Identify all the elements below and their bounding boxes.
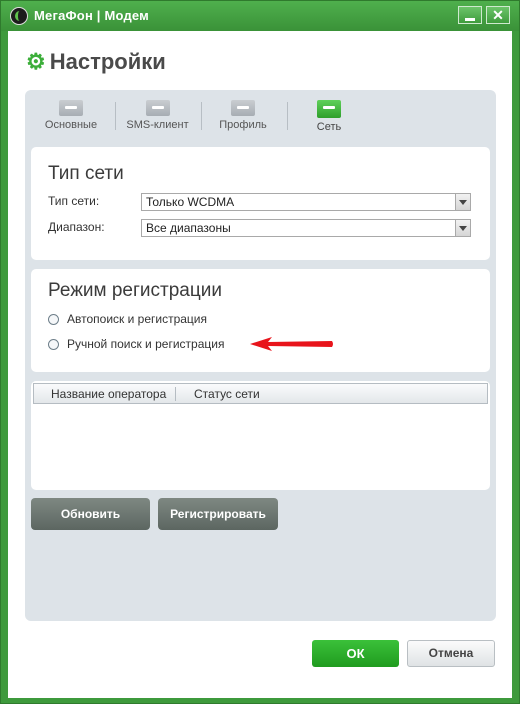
band-select[interactable]: Все диапазоны	[141, 219, 471, 237]
folder-icon	[317, 100, 341, 118]
operators-table: Название оператора Статус сети	[31, 381, 490, 490]
tab-network-label: Сеть	[316, 121, 342, 133]
network-type-label: Тип сети:	[48, 194, 100, 208]
chevron-down-icon[interactable]	[455, 220, 470, 236]
cancel-button[interactable]: Отмена	[407, 640, 495, 667]
network-type-select[interactable]: Только WCDMA	[141, 193, 471, 211]
red-arrow-annotation	[250, 337, 333, 351]
tab-general-label: Основные	[44, 119, 98, 131]
tab-divider	[201, 102, 202, 130]
folder-icon	[145, 100, 170, 116]
radio-manual-label: Ручной поиск и регистрация	[67, 337, 225, 351]
minimize-button[interactable]	[458, 6, 482, 24]
tab-profile-label: Профиль	[219, 119, 267, 131]
tab-sms-client-label: SMS-клиент	[126, 119, 189, 131]
close-button[interactable]: ✕	[486, 6, 510, 24]
registration-mode-title: Режим регистрации	[48, 280, 222, 301]
radio-auto-label: Автопоиск и регистрация	[67, 312, 207, 326]
tab-sms-client[interactable]: SMS-клиент	[120, 98, 195, 140]
chevron-down-icon[interactable]	[455, 194, 470, 210]
folder-icon	[231, 100, 255, 116]
band-label: Диапазон:	[48, 220, 105, 234]
column-network-status[interactable]: Статус сети	[194, 387, 260, 401]
register-button[interactable]: Регистрировать	[158, 498, 278, 530]
page-title-text: Настройки	[49, 49, 166, 74]
network-type-title: Тип сети	[48, 163, 124, 184]
column-divider	[175, 387, 176, 401]
radio-button[interactable]	[48, 314, 59, 325]
ok-button[interactable]: ОК	[312, 640, 399, 667]
window-title: МегаФон | Модем	[34, 8, 149, 23]
tab-network[interactable]: Сеть	[305, 98, 353, 140]
band-value: Все диапазоны	[146, 221, 231, 235]
app-window: МегаФон | Модем ✕ ⚙ Настройки Основные SM…	[0, 0, 520, 704]
settings-tabs: Основные SMS-клиент Профиль Сеть	[25, 90, 496, 142]
title-bar: МегаФон | Модем ✕	[1, 1, 519, 31]
tab-general[interactable]: Основные	[35, 98, 107, 140]
settings-panel: Основные SMS-клиент Профиль Сеть Тип сет…	[25, 90, 496, 621]
minimize-icon	[465, 18, 475, 21]
page-title: ⚙ Настройки	[26, 49, 166, 75]
settings-dialog: ⚙Настройки Основные SMS-клиент Профиль	[8, 31, 512, 698]
close-icon: ✕	[492, 7, 504, 23]
folder-icon	[59, 100, 83, 116]
gear-icon: ⚙	[26, 49, 46, 74]
column-operator-name[interactable]: Название оператора	[51, 387, 166, 401]
megafon-logo-icon	[10, 7, 28, 25]
radio-button[interactable]	[48, 339, 59, 350]
tab-profile[interactable]: Профиль	[211, 98, 275, 140]
tab-divider	[115, 102, 116, 130]
network-type-value: Только WCDMA	[146, 195, 235, 209]
registration-mode-section: Режим регистрации Автопоиск и регистраци…	[31, 269, 490, 372]
refresh-button[interactable]: Обновить	[31, 498, 150, 530]
table-header: Название оператора Статус сети	[33, 383, 488, 404]
tab-divider	[287, 102, 288, 130]
network-type-section: Тип сети Тип сети: Только WCDMA Диапазон…	[31, 147, 490, 260]
